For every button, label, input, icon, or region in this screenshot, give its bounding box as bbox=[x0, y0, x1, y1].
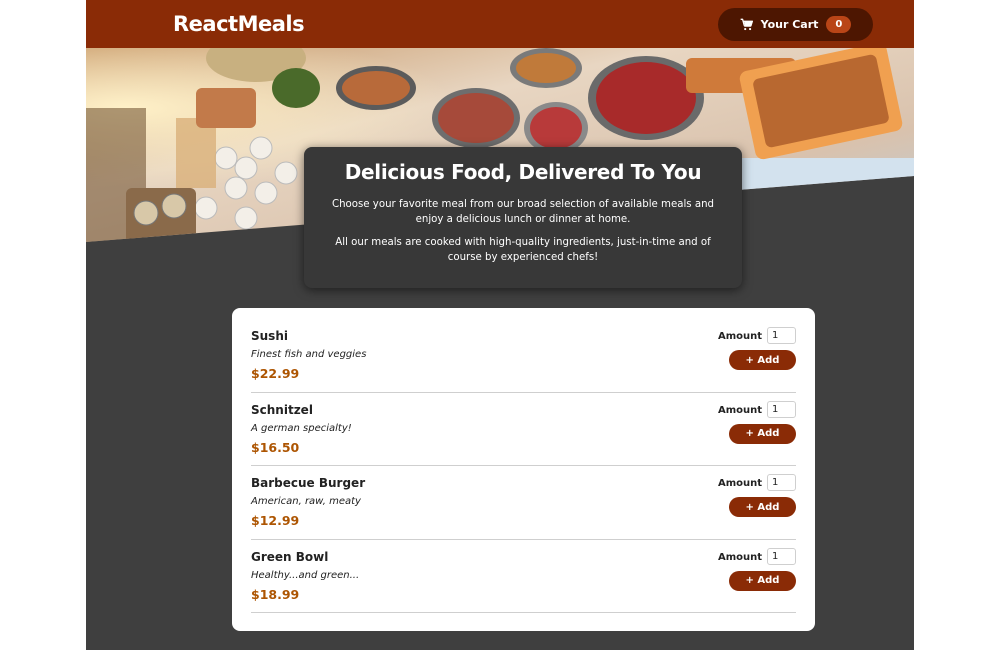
header: ReactMeals Your Cart 0 bbox=[86, 0, 914, 48]
add-button[interactable]: + Add bbox=[729, 350, 796, 370]
meal-item: Schnitzel A german specialty! $16.50 Amo… bbox=[251, 393, 796, 466]
summary-card: Delicious Food, Delivered To You Choose … bbox=[304, 147, 742, 288]
meals-list: Sushi Finest fish and veggies $22.99 Amo… bbox=[232, 308, 815, 631]
meal-description: Finest fish and veggies bbox=[251, 349, 367, 360]
add-button[interactable]: + Add bbox=[729, 570, 796, 591]
summary-title: Delicious Food, Delivered To You bbox=[344, 160, 702, 184]
app-root: ReactMeals Your Cart 0 Delicious Food, D… bbox=[86, 0, 914, 650]
amount-input[interactable] bbox=[767, 474, 796, 491]
cart-label: Your Cart bbox=[760, 18, 819, 31]
cart-icon bbox=[740, 18, 753, 31]
amount-label: Amount bbox=[718, 331, 763, 342]
logo: ReactMeals bbox=[173, 12, 305, 36]
meal-price: $18.99 bbox=[251, 586, 300, 602]
amount-label: Amount bbox=[718, 478, 763, 489]
meal-name: Schnitzel bbox=[251, 402, 313, 417]
meal-description: American, raw, meaty bbox=[251, 496, 361, 507]
cart-button[interactable]: Your Cart 0 bbox=[718, 8, 873, 41]
summary-paragraph: All our meals are cooked with high-quali… bbox=[335, 237, 711, 263]
meal-price: $12.99 bbox=[251, 513, 300, 528]
meal-price: $16.50 bbox=[251, 439, 300, 455]
amount-input[interactable] bbox=[767, 547, 796, 565]
meal-name: Barbecue Burger bbox=[251, 476, 366, 490]
amount-label: Amount bbox=[718, 404, 763, 416]
meal-name: Sushi bbox=[251, 329, 288, 343]
meal-item: Barbecue Burger American, raw, meaty $12… bbox=[251, 466, 796, 540]
amount-input[interactable] bbox=[767, 327, 796, 344]
amount-label: Amount bbox=[718, 551, 763, 563]
meal-item: Sushi Finest fish and veggies $22.99 Amo… bbox=[251, 319, 796, 393]
meal-description: A german specialty! bbox=[251, 422, 352, 434]
summary-paragraph: Choose your favorite meal from our broad… bbox=[331, 199, 715, 225]
meal-item: Green Bowl Healthy...and green... $18.99… bbox=[251, 540, 796, 613]
meal-description: Healthy...and green... bbox=[251, 569, 360, 581]
meal-price: $22.99 bbox=[251, 366, 300, 381]
cart-count-badge: 0 bbox=[826, 16, 852, 33]
add-button[interactable]: + Add bbox=[729, 497, 796, 517]
amount-input[interactable] bbox=[767, 400, 796, 418]
add-button[interactable]: + Add bbox=[729, 423, 796, 444]
meal-name: Green Bowl bbox=[251, 549, 329, 564]
